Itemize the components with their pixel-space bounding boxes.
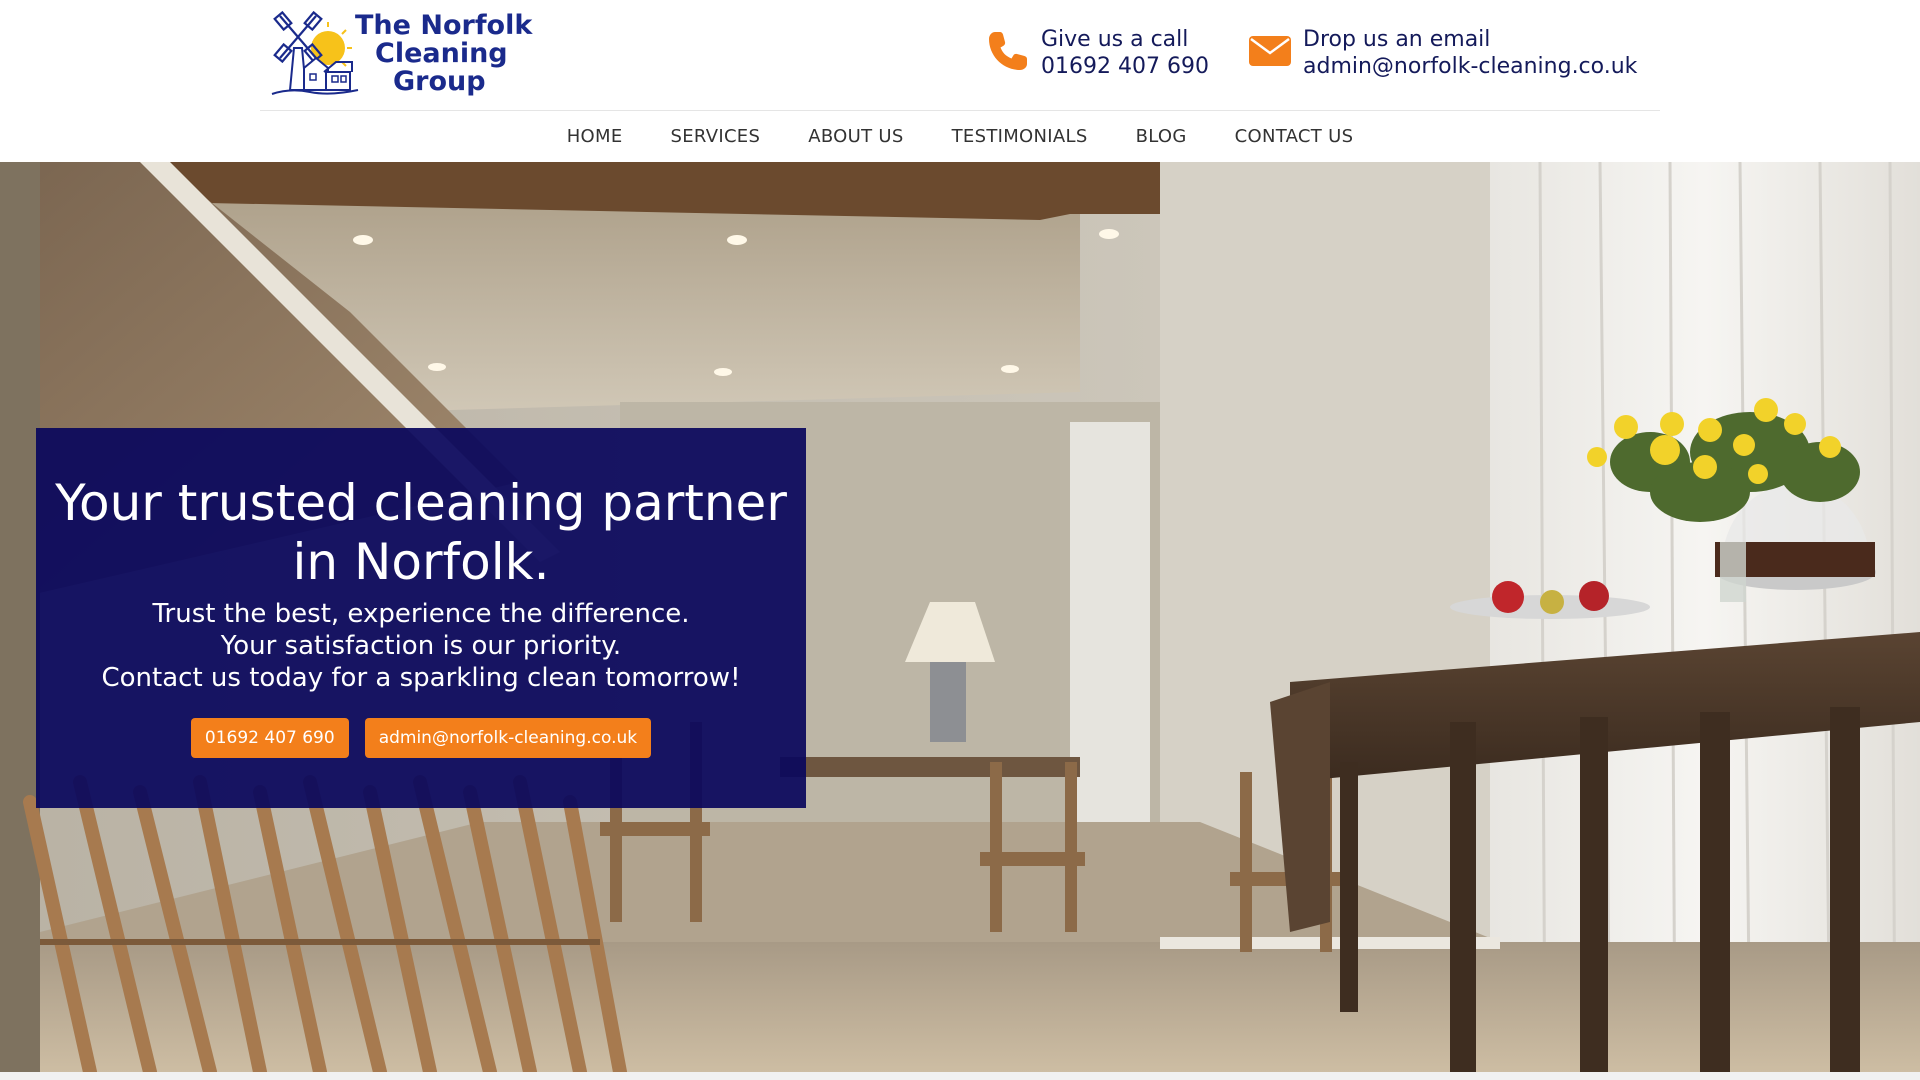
contact-email-text: Drop us an email admin@norfolk-cleaning.…	[1303, 26, 1637, 80]
phone-icon	[989, 32, 1027, 70]
nav-about-us[interactable]: ABOUT US	[808, 126, 903, 147]
hero-email-button[interactable]: admin@norfolk-cleaning.co.uk	[364, 718, 652, 758]
hero-title: Your trusted cleaning partner in Norfolk…	[36, 474, 806, 592]
nav-contact-us[interactable]: CONTACT US	[1235, 126, 1354, 147]
nav-testimonials[interactable]: TESTIMONIALS	[952, 126, 1088, 147]
email-address[interactable]: admin@norfolk-cleaning.co.uk	[1303, 53, 1637, 80]
hero-title-line-1: Your trusted cleaning partner	[55, 474, 787, 532]
contact-call-text: Give us a call 01692 407 690	[1041, 26, 1209, 80]
hero-section: Your trusted cleaning partner in Norfolk…	[0, 162, 1920, 1072]
logo-line-2: Cleaning	[375, 38, 508, 69]
hero-subtitle: Trust the best, experience the differenc…	[36, 598, 806, 694]
header-inner: The Norfolk Cleaning Group Give us a cal…	[260, 0, 1660, 162]
envelope-icon	[1249, 36, 1291, 66]
logo-line-3: Group	[393, 66, 486, 97]
hero-card: Your trusted cleaning partner in Norfolk…	[36, 428, 806, 808]
hero-sub-line-2: Your satisfaction is our priority.	[220, 631, 622, 661]
nav-home[interactable]: HOME	[567, 126, 623, 147]
contact-email[interactable]: Drop us an email admin@norfolk-cleaning.…	[1247, 24, 1667, 84]
page-bottom-strip	[0, 1072, 1920, 1080]
site-header: The Norfolk Cleaning Group Give us a cal…	[0, 0, 1920, 162]
contact-call[interactable]: Give us a call 01692 407 690	[985, 24, 1225, 84]
hero-buttons: 01692 407 690 admin@norfolk-cleaning.co.…	[36, 718, 806, 758]
logo-line-1: The Norfolk	[355, 10, 533, 41]
site-logo[interactable]: The Norfolk Cleaning Group	[270, 8, 550, 103]
nav-services[interactable]: SERVICES	[671, 126, 761, 147]
hero-sub-line-3: Contact us today for a sparkling clean t…	[101, 663, 741, 693]
logo-wordmark: The Norfolk Cleaning Group	[355, 12, 532, 96]
hero-sub-line-1: Trust the best, experience the differenc…	[152, 599, 690, 629]
call-label: Give us a call	[1041, 27, 1189, 52]
main-nav: HOME SERVICES ABOUT US TESTIMONIALS BLOG…	[260, 110, 1660, 162]
hero-phone-button[interactable]: 01692 407 690	[190, 718, 349, 758]
email-label: Drop us an email	[1303, 27, 1491, 52]
hero-title-line-2: in Norfolk.	[292, 533, 550, 591]
nav-blog[interactable]: BLOG	[1136, 126, 1187, 147]
windmill-logo-icon	[271, 10, 359, 95]
call-number[interactable]: 01692 407 690	[1041, 53, 1209, 80]
